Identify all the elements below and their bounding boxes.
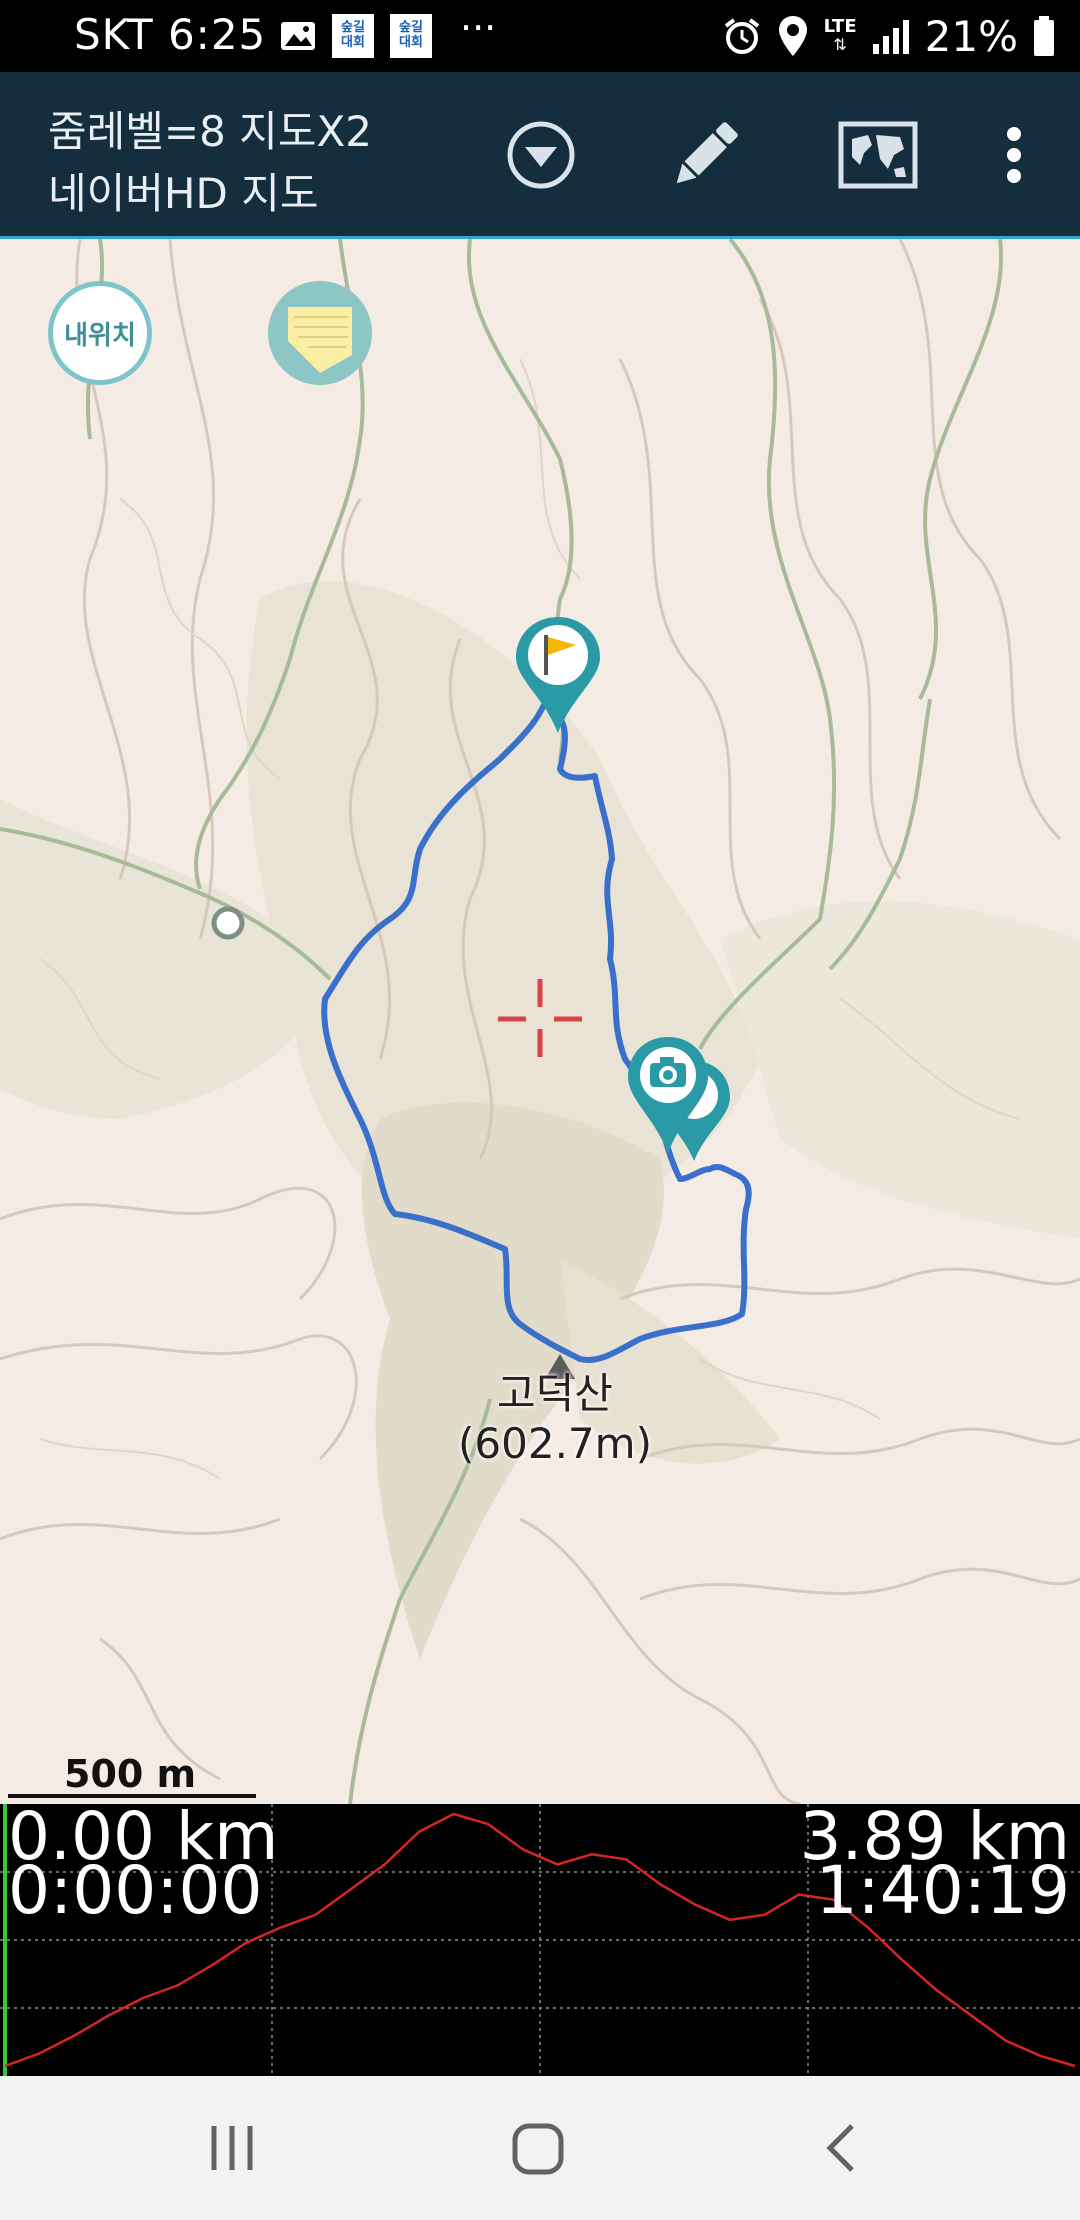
recent-apps-button[interactable] xyxy=(200,2120,264,2176)
dropdown-button[interactable] xyxy=(496,110,586,200)
map-source-subtitle: 네이버HD 지도 xyxy=(48,169,319,218)
map-scale: 500 m xyxy=(8,1752,258,1798)
app-notification-icon: 숲길 대회 xyxy=(332,14,374,58)
location-icon xyxy=(778,16,807,56)
home-icon xyxy=(512,2123,564,2175)
recent-apps-icon xyxy=(211,2126,253,2170)
scale-label: 500 m xyxy=(64,1752,197,1796)
back-chevron-icon xyxy=(826,2124,854,2172)
topographic-map[interactable]: 내위치 고덕산 (602.7m) xyxy=(0,239,1080,1804)
map-type-button[interactable] xyxy=(836,110,920,200)
battery-percent: 21% xyxy=(924,11,1018,61)
home-button[interactable] xyxy=(506,2118,570,2178)
peak-elevation: (602.7m) xyxy=(458,1419,652,1468)
elevation-profile-panel[interactable]: 0.00 km 0:00:00 3.89 km 1:40:19 xyxy=(0,1804,1080,2076)
zoom-level-title: 줌레벨=8 지도X2 xyxy=(48,107,372,156)
lte-indicator: LTE ⇅ xyxy=(823,16,857,54)
system-navigation-bar xyxy=(0,2076,1080,2220)
more-notifications: ··· xyxy=(460,6,497,50)
app-notification-icon: 숲길 대회 xyxy=(390,14,432,58)
image-notification-icon xyxy=(281,22,315,50)
total-time: 1:40:19 xyxy=(815,1852,1070,1929)
edit-button[interactable] xyxy=(660,110,750,200)
start-time: 0:00:00 xyxy=(8,1852,263,1929)
map-canvas[interactable] xyxy=(0,239,1080,1804)
back-button[interactable] xyxy=(812,2120,872,2176)
world-map-icon xyxy=(838,121,918,189)
note-icon xyxy=(268,281,372,385)
chevron-down-circle-icon xyxy=(507,121,575,189)
app-toolbar: 줌레벨=8 지도X2 네이버HD 지도 xyxy=(0,72,1080,239)
peak-name: 고덕산 xyxy=(497,1369,613,1418)
waypoint-circle-icon xyxy=(211,906,245,940)
more-vertical-icon xyxy=(1007,127,1021,183)
my-location-button[interactable]: 내위치 xyxy=(48,281,152,385)
pencil-icon xyxy=(676,122,738,184)
alarm-icon xyxy=(724,18,759,54)
carrier-time: SKT 6:25 xyxy=(74,10,267,59)
peak-label: 고덕산 (602.7m) xyxy=(450,1369,660,1469)
memo-button[interactable] xyxy=(268,281,372,385)
battery-icon xyxy=(1034,16,1054,56)
signal-icon xyxy=(872,20,909,54)
status-bar: SKT 6:25 숲길 대회 숲길 대회 ··· LTE ⇅ 21% xyxy=(0,0,1080,72)
overflow-menu-button[interactable] xyxy=(994,110,1034,200)
